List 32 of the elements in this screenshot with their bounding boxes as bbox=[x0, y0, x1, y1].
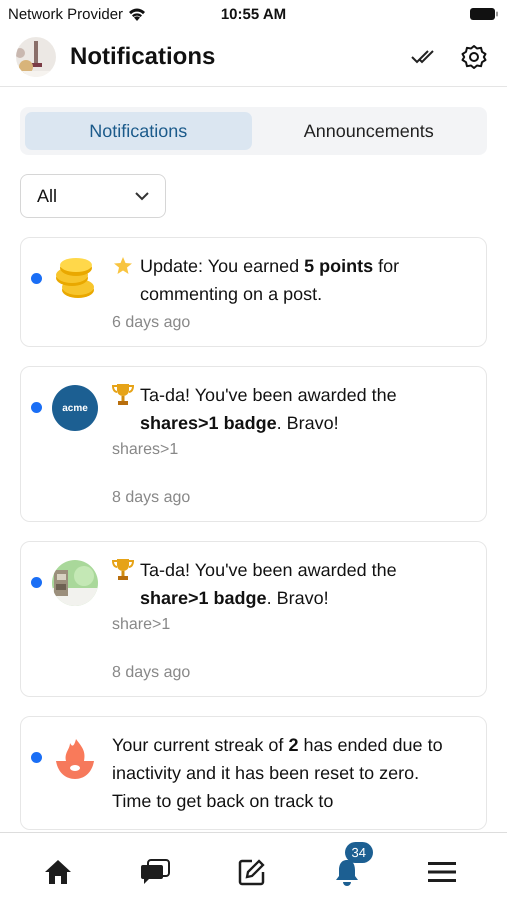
timestamp: 8 days ago bbox=[112, 664, 192, 682]
notification-card[interactable]: Update: You earned 5 points for commenting on a post. 6 days ago bbox=[20, 237, 487, 347]
notification-card[interactable]: Your current streak of 2 has ended due to inactivity and it has been reset to zero. Time to get back on track to bbox=[20, 716, 487, 830]
notification-card[interactable]: Ta-da! You've been awarded the share>1 badge. Bravo! share>1 8 days ago bbox=[20, 541, 487, 697]
wifi-icon bbox=[128, 7, 146, 21]
notification-card[interactable]: acme Ta-da! You've been awarded the shares>1 badge. Bravo! shares>1 8 days ago bbox=[20, 366, 487, 522]
notification-message: Ta-da! You've been awarded the shares>1 badge. Bravo! bbox=[140, 384, 398, 435]
chevron-down-icon bbox=[135, 192, 149, 200]
compose-icon bbox=[238, 858, 266, 886]
menu-icon bbox=[428, 860, 456, 884]
timestamp: 6 days ago bbox=[112, 314, 192, 332]
badge-name: shares>1 bbox=[112, 441, 180, 459]
chat-icon bbox=[138, 858, 170, 886]
notification-message: Ta-da! You've been awarded the share>1 badge. Bravo! bbox=[140, 559, 398, 610]
home-icon bbox=[44, 858, 72, 884]
trophy-icon bbox=[112, 557, 134, 581]
tab[interactable]: Announcements bbox=[256, 112, 482, 150]
timestamp: 8 days ago bbox=[112, 489, 192, 507]
battery-icon bbox=[469, 7, 499, 21]
filter-dropdown[interactable]: All bbox=[20, 174, 166, 218]
logo-text: acme bbox=[62, 402, 88, 414]
count-badge: 34 bbox=[344, 842, 373, 862]
trophy-icon bbox=[112, 382, 134, 406]
tab-bar-item[interactable]: 34 bbox=[326, 844, 374, 890]
clock: 10:55 AM bbox=[220, 6, 286, 22]
tab[interactable]: Notifications bbox=[25, 112, 252, 150]
notification-message: Your current streak of 2 has ended due to inactivity and it has been reset to zero. Time to get back on track to bbox=[112, 734, 444, 813]
page-title: Notifications bbox=[70, 43, 216, 71]
badge-name: share>1 bbox=[112, 616, 172, 634]
carrier-name: Network Provider bbox=[8, 6, 124, 22]
notification-message: Update: You earned 5 points for commenting on a post. bbox=[140, 255, 400, 306]
settings-icon bbox=[461, 44, 487, 70]
